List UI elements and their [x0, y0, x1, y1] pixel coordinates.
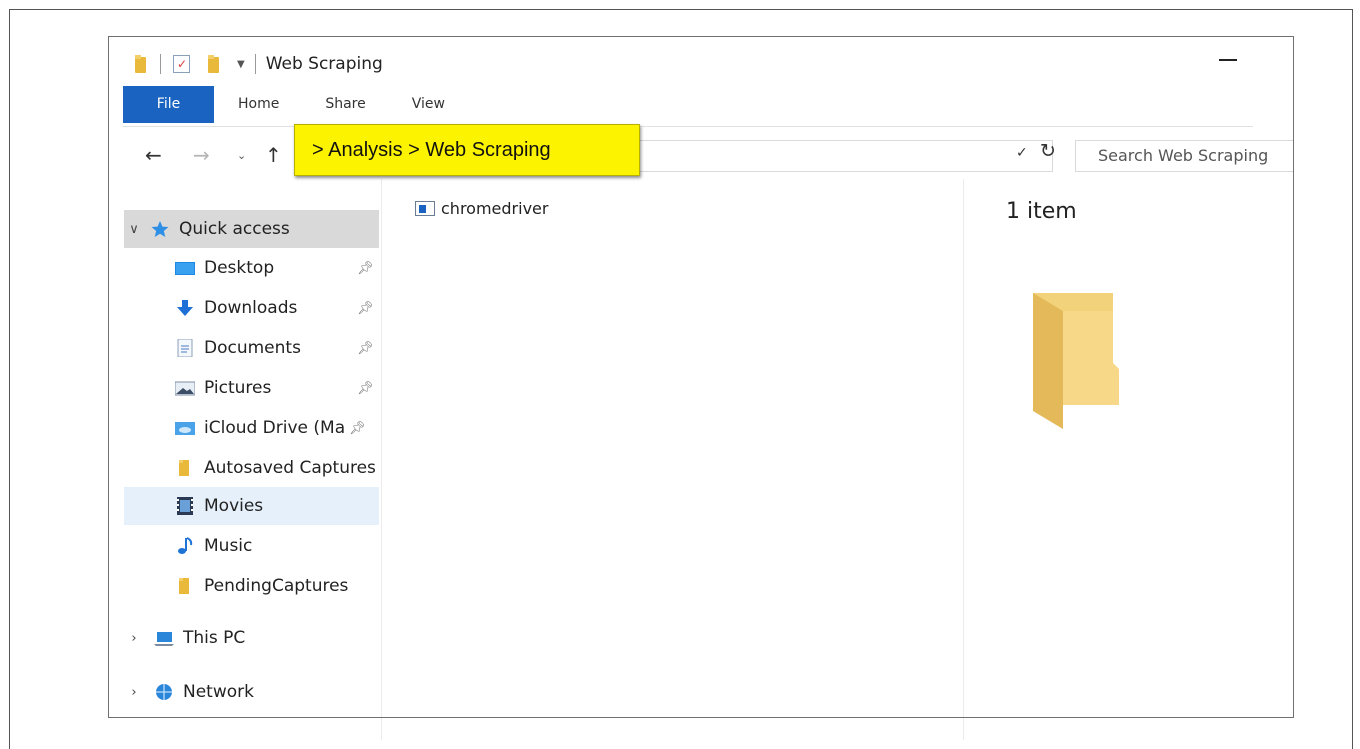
minimize-button[interactable]: [1219, 59, 1237, 61]
pin-icon[interactable]: 📌︎: [349, 421, 366, 436]
customize-toolbar-icon[interactable]: ▼: [237, 59, 245, 70]
properties-icon[interactable]: ✓: [173, 55, 190, 73]
pin-icon[interactable]: 📌︎: [357, 301, 374, 316]
exe-icon: [415, 201, 435, 216]
collapsed-chevron-icon[interactable]: ›: [124, 685, 144, 700]
music-icon: [175, 537, 195, 555]
breadcrumb-callout: > Analysis > Web Scraping: [294, 124, 640, 176]
icloud-icon: [175, 419, 195, 437]
refresh-icon[interactable]: ↻: [1040, 140, 1056, 162]
expanded-chevron-icon[interactable]: ∨: [124, 222, 144, 237]
toolbar-separator: [160, 54, 161, 74]
forward-arrow-icon[interactable]: →: [193, 143, 210, 167]
sidebar-item-label: Quick access: [179, 219, 290, 239]
pictures-icon: [174, 379, 196, 397]
pin-icon[interactable]: 📌︎: [357, 381, 374, 396]
quick-access-toolbar: ✓ ▼ Web Scraping: [135, 53, 383, 75]
search-input[interactable]: Search Web Scraping: [1075, 140, 1293, 172]
pane-divider: [963, 179, 964, 717]
sidebar-item-label: Documents: [204, 338, 301, 358]
file-explorer-window: ✓ ▼ Web Scraping File Home Share View ← …: [108, 36, 1294, 718]
collapsed-chevron-icon[interactable]: ›: [124, 631, 144, 646]
star-icon: [150, 220, 170, 238]
sidebar-item-autosaved-captures[interactable]: Autosaved Captures: [124, 449, 379, 487]
sidebar-item-label: Autosaved Captures: [204, 458, 376, 478]
sidebar-item-quick-access[interactable]: ∨ Quick access: [124, 210, 379, 248]
pin-icon[interactable]: 📌︎: [357, 261, 374, 276]
pane-divider: [381, 718, 382, 740]
folder-preview-icon: [1029, 293, 1123, 429]
sidebar-item-label: Desktop: [204, 258, 275, 278]
tab-share[interactable]: Share: [325, 96, 365, 112]
sidebar-item-label: Movies: [204, 496, 264, 516]
tab-home[interactable]: Home: [238, 96, 279, 112]
sidebar-item-movies[interactable]: Movies: [124, 487, 379, 525]
sidebar-item-label: This PC: [183, 628, 246, 648]
pin-icon[interactable]: 📌︎: [357, 341, 374, 356]
sidebar-item-label: Music: [204, 536, 253, 556]
toolbar-separator: [254, 54, 256, 74]
sidebar-item-desktop[interactable]: Desktop 📌︎: [124, 249, 379, 287]
tab-file[interactable]: File: [123, 85, 214, 123]
file-name: chromedriver: [441, 199, 549, 218]
sidebar-item-this-pc[interactable]: › This PC: [124, 619, 379, 657]
pane-divider: [381, 179, 382, 717]
navigation-pane: ∨ Quick access Desktop 📌︎ Downloads 📌︎ D…: [109, 203, 381, 717]
sidebar-item-label: Downloads: [204, 298, 298, 318]
sidebar-item-documents[interactable]: Documents 📌︎: [124, 329, 379, 367]
title-bar: ✓ ▼ Web Scraping: [109, 37, 1293, 85]
ribbon-tabs: File Home Share View: [123, 85, 491, 123]
folder-icon: [135, 55, 148, 73]
tab-view[interactable]: View: [412, 96, 445, 112]
sidebar-item-pending-captures[interactable]: PendingCaptures: [124, 567, 379, 605]
back-arrow-icon[interactable]: ←: [145, 143, 162, 167]
desktop-icon: [175, 259, 195, 277]
downloads-icon: [175, 299, 195, 317]
navigation-bar: ← → ⌄ ↑ ✓ ↻ Search Web Scraping: [109, 135, 1293, 177]
folder-icon: [175, 459, 195, 477]
sidebar-item-music[interactable]: Music: [124, 527, 379, 565]
network-icon: [154, 683, 174, 701]
sidebar-item-downloads[interactable]: Downloads 📌︎: [124, 289, 379, 327]
list-item[interactable]: chromedriver: [415, 199, 548, 218]
window-title: Web Scraping: [265, 54, 383, 74]
item-count: 1 item: [1006, 199, 1077, 224]
recent-locations-chevron-icon[interactable]: ⌄: [237, 149, 246, 162]
folder-icon: [175, 577, 195, 595]
ribbon-divider: [123, 126, 1253, 127]
address-dropdown-chevron-icon[interactable]: ✓: [1016, 145, 1028, 161]
sidebar-item-label: PendingCaptures: [204, 576, 349, 596]
sidebar-item-network[interactable]: › Network: [124, 673, 379, 711]
sidebar-item-label: Pictures: [204, 378, 272, 398]
sidebar-item-pictures[interactable]: Pictures 📌︎: [124, 369, 379, 407]
this-pc-icon: [154, 629, 174, 647]
up-arrow-icon[interactable]: ↑: [265, 143, 282, 167]
documents-icon: [175, 338, 195, 358]
sidebar-item-label: iCloud Drive (Ma: [204, 418, 346, 438]
sidebar-item-label: Network: [183, 682, 254, 702]
pane-divider: [963, 718, 964, 740]
movies-icon: [175, 497, 195, 515]
new-folder-icon[interactable]: [208, 55, 221, 73]
sidebar-item-icloud-drive[interactable]: iCloud Drive (Ma 📌︎: [124, 409, 379, 447]
